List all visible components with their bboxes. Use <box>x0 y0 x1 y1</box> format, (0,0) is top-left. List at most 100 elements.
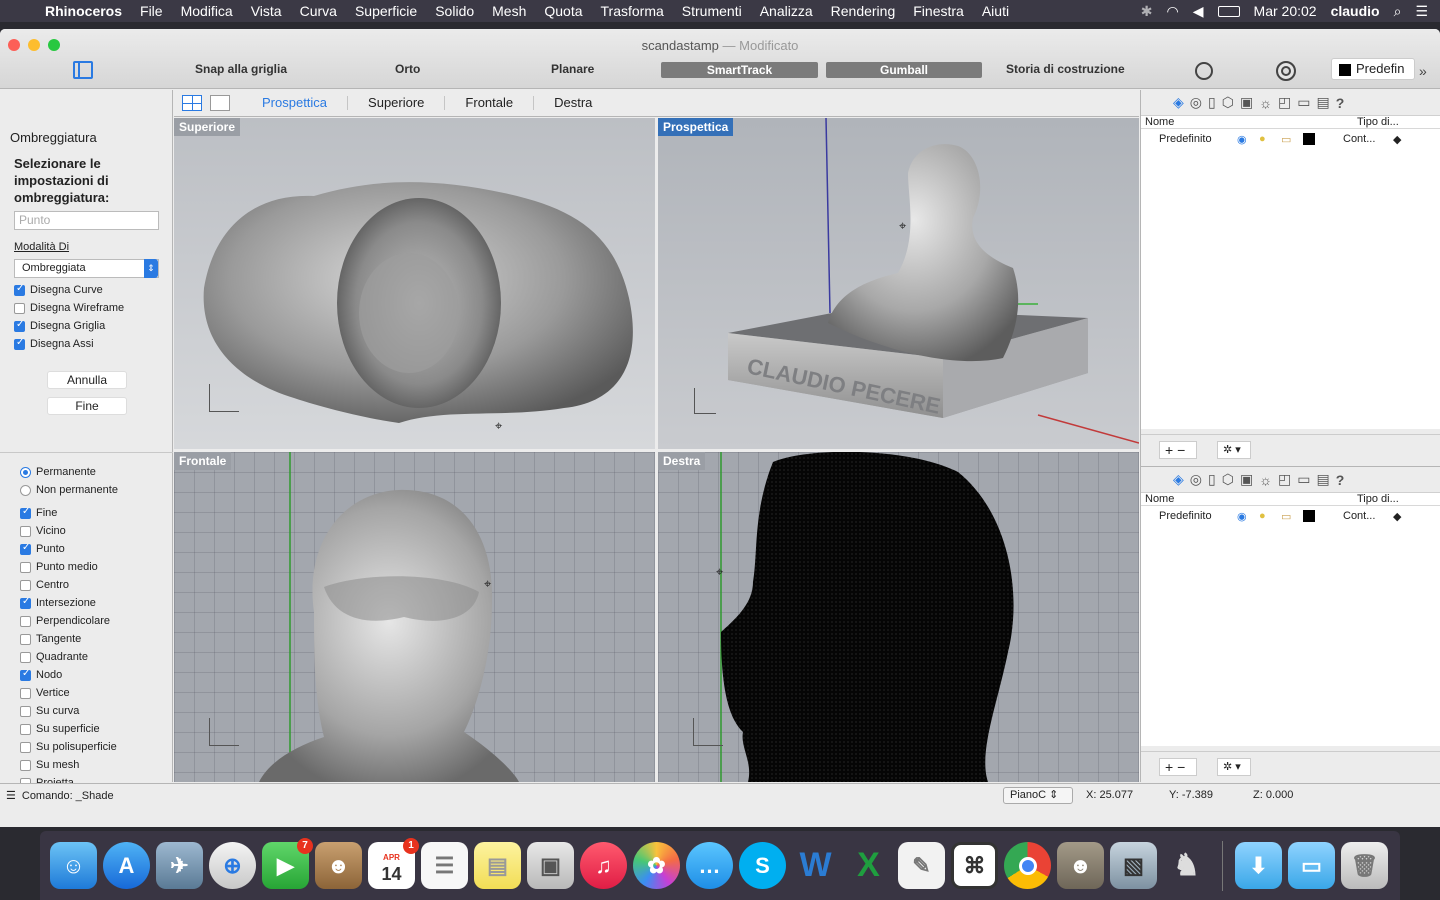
contacts-icon[interactable]: ☻ <box>315 842 362 889</box>
target-icon[interactable] <box>1276 61 1296 81</box>
add-remove-layer-button[interactable]: + − <box>1159 440 1197 459</box>
four-view-layout-icon[interactable] <box>182 95 202 111</box>
help-icon[interactable]: ? <box>1336 95 1345 111</box>
bluetooth-icon[interactable]: ✱ <box>1141 3 1153 20</box>
lights-icon[interactable]: ☼ <box>1259 95 1272 111</box>
snap-knot-checkbox[interactable]: Nodo <box>20 668 62 681</box>
viewport-front-label[interactable]: Frontale <box>174 452 232 470</box>
menu-finestra[interactable]: Finestra <box>904 3 973 19</box>
gumball-toggle[interactable]: Gumball <box>826 62 982 78</box>
named-cplanes-icon[interactable]: ◰ <box>1278 94 1291 111</box>
draw-axes-checkbox[interactable]: Disegna Assi <box>14 337 94 350</box>
layers-icon[interactable]: ◈ <box>1173 94 1184 111</box>
shade-mode-select[interactable]: Ombreggiata ⇕ <box>14 259 159 278</box>
menu-solido[interactable]: Solido <box>426 3 483 19</box>
snap-tangent-checkbox[interactable]: Tangente <box>20 633 81 645</box>
object-icon[interactable]: ⬡ <box>1222 94 1234 111</box>
photos-icon[interactable]: ✿ <box>633 842 680 889</box>
volume-icon[interactable]: ◀ <box>1193 3 1204 20</box>
layers-icon[interactable]: ◈ <box>1173 471 1184 488</box>
add-remove-layer-button[interactable]: + − <box>1159 757 1197 776</box>
command-line[interactable]: Comando: _Shade <box>16 790 114 802</box>
document-icon[interactable]: ▯ <box>1208 471 1216 488</box>
viewport-right-label[interactable]: Destra <box>658 452 706 470</box>
column-type-header[interactable]: Tipo di... <box>1357 493 1399 505</box>
snap-center-checkbox[interactable]: Centro <box>20 579 69 591</box>
materials-icon[interactable]: ◎ <box>1190 94 1202 111</box>
menu-user[interactable]: claudio <box>1331 3 1380 19</box>
current-layer-selector[interactable]: Predefin <box>1331 58 1415 80</box>
menu-trasforma[interactable]: Trasforma <box>592 3 673 19</box>
menu-curva[interactable]: Curva <box>291 3 346 19</box>
textedit-icon[interactable]: ✎ <box>898 842 945 889</box>
excel-icon[interactable]: X <box>845 842 892 889</box>
snap-intersection-checkbox[interactable]: Intersezione <box>20 596 96 609</box>
viewport-perspective-label[interactable]: Prospettica <box>658 118 734 136</box>
layer-linetype[interactable]: Cont... <box>1343 510 1393 522</box>
image-capture-icon[interactable]: ▣ <box>527 842 574 889</box>
safari-icon[interactable]: ⊕ <box>209 842 256 889</box>
permanent-radio[interactable]: Permanente <box>20 466 96 478</box>
snap-on-surface-checkbox[interactable]: Su superficie <box>20 723 100 735</box>
cplane-select[interactable]: PianoC ⇕ <box>1003 787 1073 804</box>
camera-icon[interactable]: ▣ <box>1240 94 1253 111</box>
downloads-folder-icon[interactable]: ⬇ <box>1235 842 1282 889</box>
named-cplanes-icon[interactable]: ◰ <box>1278 471 1291 488</box>
ortho-toggle[interactable]: Orto <box>395 62 420 76</box>
menu-rendering[interactable]: Rendering <box>822 3 905 19</box>
reminders-icon[interactable]: ☰ <box>421 842 468 889</box>
draw-grid-checkbox[interactable]: Disegna Griglia <box>14 319 105 332</box>
history-toggle[interactable]: Storia di costruzione <box>1006 62 1125 76</box>
notification-center-icon[interactable]: ☰ <box>1415 3 1428 20</box>
camera-icon[interactable]: ▣ <box>1240 471 1253 488</box>
done-button[interactable]: Fine <box>47 397 127 415</box>
current-layer-icon[interactable]: ◉ <box>1237 133 1259 146</box>
trash-icon[interactable]: 🗑 <box>1341 842 1388 889</box>
menu-modifica[interactable]: Modifica <box>172 3 242 19</box>
tab-perspective[interactable]: Prospettica <box>242 96 347 110</box>
smarttrack-toggle[interactable]: SmartTrack <box>661 62 818 78</box>
named-views-icon[interactable]: ▭ <box>1297 471 1310 488</box>
snap-on-curve-checkbox[interactable]: Su curva <box>20 705 79 717</box>
menu-mesh[interactable]: Mesh <box>483 3 535 19</box>
print-color-icon[interactable]: ◆ <box>1393 133 1401 146</box>
visible-bulb-icon[interactable]: ● <box>1259 133 1281 145</box>
messages-icon[interactable]: … <box>686 842 733 889</box>
preview-photos-icon[interactable]: ▧ <box>1110 842 1157 889</box>
current-layer-icon[interactable]: ◉ <box>1237 510 1259 523</box>
gimp-icon[interactable]: ☻ <box>1057 842 1104 889</box>
tab-front[interactable]: Frontale <box>444 96 533 110</box>
menu-aiuti[interactable]: Aiuti <box>973 3 1018 19</box>
battery-icon[interactable] <box>1217 5 1240 17</box>
osnap-icon[interactable] <box>1195 62 1213 80</box>
rhino-launcher-icon[interactable]: ⌘ <box>951 842 998 889</box>
display-icon[interactable]: ▤ <box>1317 94 1330 111</box>
snap-point-checkbox[interactable]: Punto <box>20 542 65 555</box>
rhinoceros-icon[interactable]: ♞ <box>1163 842 1210 889</box>
snap-quadrant-checkbox[interactable]: Quadrante <box>20 651 88 663</box>
snap-midpoint-checkbox[interactable]: Punto medio <box>20 561 98 573</box>
non-permanent-radio[interactable]: Non permanente <box>20 484 118 496</box>
snap-near-checkbox[interactable]: Vicino <box>20 525 66 537</box>
tab-top[interactable]: Superiore <box>347 96 444 110</box>
menu-superficie[interactable]: Superficie <box>346 3 426 19</box>
word-icon[interactable]: W <box>792 842 839 889</box>
layer-color-swatch[interactable] <box>1303 133 1315 145</box>
command-history-icon[interactable]: ☰ <box>0 789 16 802</box>
column-name-header[interactable]: Nome <box>1141 116 1357 128</box>
draw-wireframe-checkbox[interactable]: Disegna Wireframe <box>14 302 124 314</box>
point-input[interactable]: Punto <box>14 211 159 230</box>
overflow-chevron-icon[interactable]: » <box>1419 63 1427 79</box>
layer-color-swatch[interactable] <box>1303 510 1315 522</box>
viewport-top-label[interactable]: Superiore <box>174 118 241 136</box>
viewport-top[interactable]: Superiore ⌖ <box>174 118 655 449</box>
menu-strumenti[interactable]: Strumenti <box>673 3 751 19</box>
snap-vertex-checkbox[interactable]: Vertice <box>20 687 70 699</box>
snap-perpendicular-checkbox[interactable]: Perpendicolare <box>20 615 110 627</box>
viewport-front[interactable]: Frontale ⌖ <box>174 452 655 782</box>
skype-icon[interactable]: S <box>739 842 786 889</box>
menu-file[interactable]: File <box>131 3 172 19</box>
lights-icon[interactable]: ☼ <box>1259 472 1272 488</box>
lock-icon[interactable]: ▭ <box>1281 510 1303 523</box>
menu-vista[interactable]: Vista <box>242 3 291 19</box>
